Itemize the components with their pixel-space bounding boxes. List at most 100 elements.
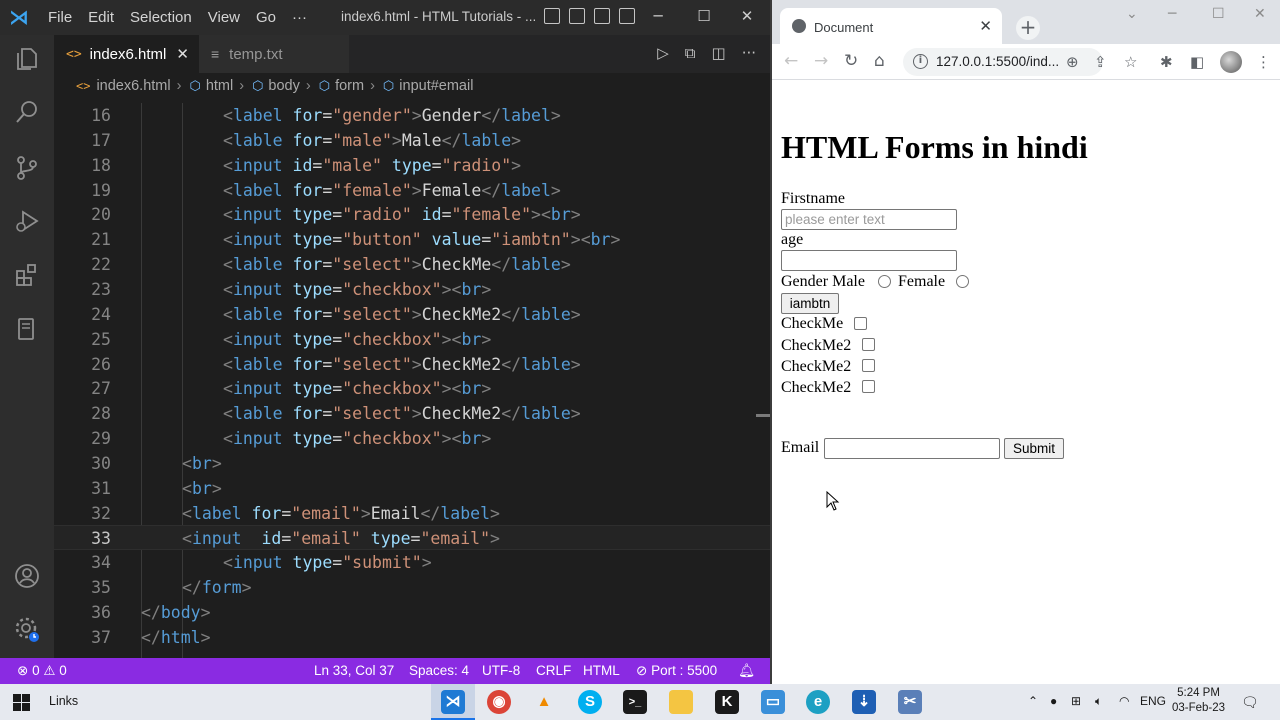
female-radio[interactable] [956,275,969,288]
share-icon[interactable]: ⇪ [1094,53,1107,71]
breadcrumb-form[interactable]: form [335,78,364,94]
toggle-secondary-sidebar-icon[interactable] [594,8,610,24]
taskbar-chrome[interactable]: ◉ [477,684,521,720]
firstname-input[interactable]: please enter text [781,209,957,230]
iambtn-button[interactable]: iambtn [781,293,839,314]
split-editor-icon[interactable]: ◫ [712,44,726,62]
email-input[interactable] [824,438,1000,459]
code-line[interactable]: 24 <lable for="select">CheckMe2</lable> [54,302,770,327]
end-of-line[interactable]: CRLF [536,663,571,678]
code-line[interactable]: 31 <br> [54,476,770,501]
language-mode[interactable]: HTML [583,663,620,678]
checkme-checkbox[interactable] [854,317,867,330]
manage-gear-icon[interactable] [13,615,41,643]
customize-layout-icon[interactable] [619,8,635,24]
maximize-button[interactable]: ☐ [681,0,727,35]
home-icon[interactable]: ⌂ [874,51,885,71]
taskbar-remote-app[interactable]: ▭ [751,684,795,720]
source-control-icon[interactable] [13,154,41,182]
close-tab-icon[interactable]: ✕ [979,17,992,35]
notifications-bell-icon[interactable]: 🔔︎ [738,663,755,679]
code-line[interactable]: 19 <label for="female">Female</label> [54,178,770,203]
taskbar-vscode[interactable]: ⋊ [431,684,475,720]
male-radio[interactable] [878,275,891,288]
code-line[interactable]: 21 <input type="button" value="iambtn"><b… [54,227,770,252]
links-toolbar[interactable]: Links [49,694,78,708]
taskbar-download-app[interactable]: ⇣ [842,684,886,720]
menu-more[interactable]: ··· [284,9,315,26]
scrollbar-cursor-marker[interactable] [756,414,770,417]
breadcrumb-body[interactable]: body [268,78,299,94]
code-line[interactable]: 25 <input type="checkbox"><br> [54,327,770,352]
extensions-puzzle-icon[interactable]: ✱ [1160,53,1173,71]
submit-button[interactable]: Submit [1004,438,1064,459]
problems-indicator[interactable]: ⊗ 0 ⚠ 0 [17,663,67,679]
extensions-icon[interactable] [13,261,41,289]
accounts-icon[interactable] [13,562,41,590]
network-icon[interactable]: ⊞ [1071,694,1081,708]
info-icon[interactable]: i [913,54,928,69]
cursor-position[interactable]: Ln 33, Col 37 [314,663,394,678]
code-line[interactable]: 28 <lable for="select">CheckMe2</lable> [54,401,770,426]
open-preview-icon[interactable]: ⧉ [685,44,696,62]
checkme2-checkbox[interactable] [862,338,875,351]
browser-tab[interactable]: Document ✕ [780,8,1002,44]
tray-overflow-icon[interactable]: ⌃ [1028,694,1038,708]
chrome-menu-icon[interactable]: ⋮ [1256,53,1271,71]
side-panel-icon[interactable]: ◧ [1190,53,1204,71]
code-line[interactable]: 22 <lable for="select">CheckMe</lable> [54,252,770,277]
checkme2-checkbox[interactable] [862,359,875,372]
taskbar-file-explorer[interactable] [659,684,703,720]
breadcrumb-html[interactable]: html [206,78,233,94]
maximize-button[interactable]: ☐ [1212,6,1225,22]
system-clock[interactable]: 5:24 PM 03-Feb-23 [1172,686,1225,716]
close-window-button[interactable]: ✕ [724,0,770,35]
profile-avatar[interactable] [1220,51,1242,73]
minimize-button[interactable]: ⌄ [1126,6,1138,22]
wifi-icon[interactable]: ◠ [1119,694,1129,708]
encoding[interactable]: UTF-8 [482,663,520,678]
menu-selection[interactable]: Selection [122,9,200,26]
reload-icon[interactable]: ↻ [844,51,858,71]
menu-go[interactable]: Go [248,9,284,26]
code-line[interactable]: 20 <input type="radio" id="female"><br> [54,202,770,227]
toggle-sidebar-icon[interactable] [544,8,560,24]
explorer-icon[interactable] [13,45,41,73]
code-line[interactable]: 23 <input type="checkbox"><br> [54,277,770,302]
code-line[interactable]: 16 <label for="gender">Gender</label> [54,103,770,128]
close-tab-icon[interactable]: ✕ [176,45,189,63]
code-line[interactable]: 34 <input type="submit"> [54,550,770,575]
code-editor[interactable]: 16 <label for="gender">Gender</label> 17 <l… [54,103,770,659]
code-line[interactable]: 30 <br> [54,451,770,476]
close-window-button[interactable]: ✕ [1254,6,1266,22]
menu-file[interactable]: File [40,9,80,26]
code-line[interactable]: 26 <lable for="select">CheckMe2</lable> [54,352,770,377]
taskbar-skype[interactable]: S [568,684,612,720]
notification-center-icon[interactable]: 🗨︎ [1241,694,1259,711]
back-arrow-icon[interactable]: ← [784,51,798,71]
taskbar-vlc[interactable]: ▲ [522,684,566,720]
code-line[interactable]: 17 <lable for="male">Male</lable> [54,128,770,153]
input-language[interactable]: ENG [1140,694,1166,708]
toggle-panel-icon[interactable] [569,8,585,24]
windows-start-icon[interactable] [13,694,30,711]
minimize-button[interactable]: ─ [635,0,681,35]
tab-temp-txt[interactable]: ≡ temp.txt [199,35,349,73]
volume-icon[interactable]: 🔈︎ [1095,694,1102,709]
code-line[interactable]: 32 <label for="email">Email</label> [54,501,770,526]
code-line[interactable]: 18 <input id="male" type="radio"> [54,153,770,178]
age-input[interactable] [781,250,957,271]
code-line[interactable]: 35 </form> [54,575,770,600]
new-tab-button[interactable]: + [1016,16,1040,40]
live-server-status[interactable]: ⊘ Port : 5500 [636,663,717,679]
taskbar-edge[interactable]: e [796,684,840,720]
bookmark-star-icon[interactable]: ☆ [1124,53,1137,71]
indentation[interactable]: Spaces: 4 [409,663,469,678]
code-line[interactable]: 36 </body> [54,600,770,625]
zoom-icon[interactable]: ⊕ [1066,53,1079,71]
code-line[interactable]: 29 <input type="checkbox"><br> [54,426,770,451]
more-actions-icon[interactable]: ··· [742,44,756,62]
breadcrumb-input-email[interactable]: input#email [399,78,473,94]
taskbar-snip-app[interactable]: ✂ [888,684,932,720]
code-line[interactable]: 33 <input id="email" type="email"> [54,525,770,551]
